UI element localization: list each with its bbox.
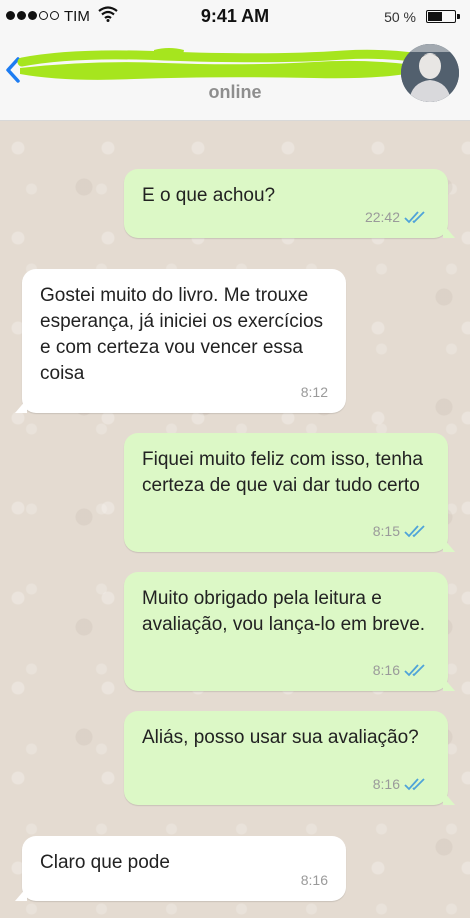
status-bar: TIM 9:41 AM 50 % [0, 0, 470, 34]
battery-icon [426, 10, 460, 23]
incoming-message[interactable]: Claro que pode 8:16 [15, 836, 346, 901]
message-text: Fiquei muito feliz com isso, tenha certe… [142, 449, 423, 496]
message-time: 8:16 [372, 776, 400, 792]
message-time: 8:12 [300, 384, 328, 400]
message-text: Aliás, posso usar sua avaliação? [142, 727, 419, 748]
read-double-check-icon [404, 664, 425, 677]
message-list[interactable]: E o que achou? 22:42 Gostei muito do liv… [0, 121, 470, 918]
avatar-person-icon [401, 44, 459, 102]
chat-screen: TIM 9:41 AM 50 % online E o que achou? 2… [0, 0, 470, 918]
message-text: Muito obrigado pela leitura e avaliação,… [142, 588, 426, 635]
message-meta: 8:16 [373, 771, 430, 797]
contact-status: online [208, 82, 262, 102]
battery-percentage: 50 % [384, 9, 416, 25]
read-double-check-icon [404, 525, 425, 538]
outgoing-message[interactable]: E o que achou? 22:42 [124, 169, 455, 238]
battery-fill [428, 12, 442, 21]
message-meta: 8:15 [373, 518, 430, 544]
message-meta: 8:12 [301, 379, 328, 405]
message-meta: 22:42 [365, 204, 430, 230]
contact-avatar[interactable] [401, 44, 459, 102]
outgoing-message[interactable]: Aliás, posso usar sua avaliação? 8:16 [124, 711, 455, 805]
message-time: 8:16 [372, 662, 400, 678]
chat-header: online [0, 34, 470, 121]
redacted-contact-name[interactable] [14, 38, 464, 86]
message-text: Claro que pode [40, 852, 170, 873]
message-text: Gostei muito do livro. Me trouxe esperan… [40, 285, 324, 384]
outgoing-message[interactable]: Fiquei muito feliz com isso, tenha certe… [124, 433, 455, 552]
message-time: 8:15 [372, 523, 400, 539]
message-meta: 8:16 [373, 657, 430, 683]
read-double-check-icon [404, 211, 425, 224]
message-time: 22:42 [364, 209, 400, 225]
incoming-message[interactable]: Gostei muito do livro. Me trouxe esperan… [15, 269, 346, 413]
outgoing-message[interactable]: Muito obrigado pela leitura e avaliação,… [124, 572, 455, 691]
message-time: 8:16 [300, 872, 328, 888]
message-meta: 8:16 [301, 867, 328, 893]
read-double-check-icon [404, 778, 425, 791]
